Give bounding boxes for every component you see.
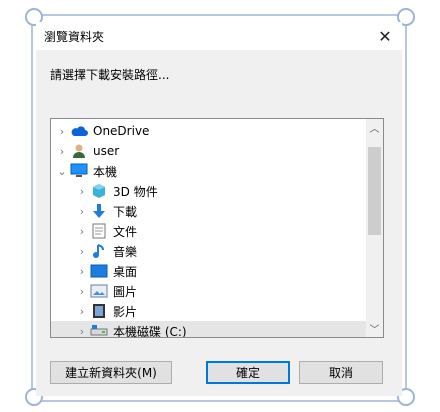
scroll-down-icon[interactable]: ﹀ <box>366 320 383 337</box>
user-icon <box>69 142 89 160</box>
tree-item-label: 本機磁碟 (C:) <box>113 324 187 338</box>
tree-item-documents[interactable]: › 文件 <box>51 221 137 241</box>
tree-item-label: 下載 <box>113 204 138 219</box>
tree-item-pictures[interactable]: › 圖片 <box>51 281 137 301</box>
3d-objects-icon <box>89 182 109 200</box>
tree-item-label: 本機 <box>93 164 118 179</box>
tree-item-videos[interactable]: › 影片 <box>51 301 137 321</box>
chevron-right-icon[interactable]: › <box>55 125 69 138</box>
vertical-scrollbar[interactable]: ︿ ﹀ <box>366 119 383 337</box>
chevron-right-icon[interactable]: › <box>75 205 89 218</box>
scrollbar-thumb[interactable] <box>368 147 381 235</box>
tree-item-label: 影片 <box>113 304 138 319</box>
videos-icon <box>89 302 109 320</box>
chevron-down-icon[interactable]: ⌄ <box>55 165 69 178</box>
computer-icon <box>69 162 89 180</box>
prompt-text: 請選擇下載安裝路徑... <box>50 68 170 82</box>
music-icon <box>89 242 109 260</box>
tree-item-this-pc[interactable]: ⌄ 本機 <box>51 161 117 181</box>
tree-item-onedrive[interactable]: › OneDrive <box>51 121 150 141</box>
folder-tree[interactable]: › OneDrive › user ⌄ 本機 › 3D 物件 › 下載 › 文件… <box>50 118 384 338</box>
desktop-icon <box>89 262 109 280</box>
chevron-right-icon[interactable]: › <box>75 185 89 198</box>
title-bar: 瀏覽資料夾 ✕ <box>36 22 402 50</box>
chevron-right-icon[interactable]: › <box>75 225 89 238</box>
tree-item-label: 文件 <box>113 224 138 239</box>
cloud-icon <box>69 122 89 140</box>
chevron-right-icon[interactable]: › <box>75 305 89 318</box>
cancel-button[interactable]: 取消 <box>299 361 383 384</box>
document-icon <box>89 222 109 240</box>
tree-item-3d-objects[interactable]: › 3D 物件 <box>51 181 158 201</box>
close-icon[interactable]: ✕ <box>374 25 396 47</box>
chevron-right-icon[interactable]: › <box>75 245 89 258</box>
tree-item-label: 桌面 <box>113 264 138 279</box>
new-folder-button[interactable]: 建立新資料夾(M) <box>50 361 172 384</box>
tree-item-label: OneDrive <box>93 124 150 138</box>
chevron-right-icon[interactable]: › <box>55 145 69 158</box>
tree-item-label: 圖片 <box>113 284 138 299</box>
tree-item-label: 音樂 <box>113 244 138 259</box>
pictures-icon <box>89 282 109 300</box>
tree-item-label: user <box>93 144 120 158</box>
drive-icon <box>89 322 109 337</box>
chevron-right-icon[interactable]: › <box>75 285 89 298</box>
ok-button[interactable]: 確定 <box>206 361 290 384</box>
chevron-right-icon[interactable]: › <box>75 325 89 338</box>
tree-item-label: 3D 物件 <box>113 184 158 199</box>
tree-item-desktop[interactable]: › 桌面 <box>51 261 137 281</box>
tree-item-user[interactable]: › user <box>51 141 119 161</box>
tree-item-downloads[interactable]: › 下載 <box>51 201 137 221</box>
scroll-up-icon[interactable]: ︿ <box>366 119 383 136</box>
browse-folder-dialog: 瀏覽資料夾 ✕ 請選擇下載安裝路徑... › OneDrive › user ⌄… <box>36 22 402 396</box>
chevron-right-icon[interactable]: › <box>75 265 89 278</box>
tree-item-local-disk-c[interactable]: › 本機磁碟 (C:) <box>51 321 383 338</box>
download-icon <box>89 202 109 220</box>
window-title: 瀏覽資料夾 <box>44 30 105 44</box>
tree-item-music[interactable]: › 音樂 <box>51 241 137 261</box>
